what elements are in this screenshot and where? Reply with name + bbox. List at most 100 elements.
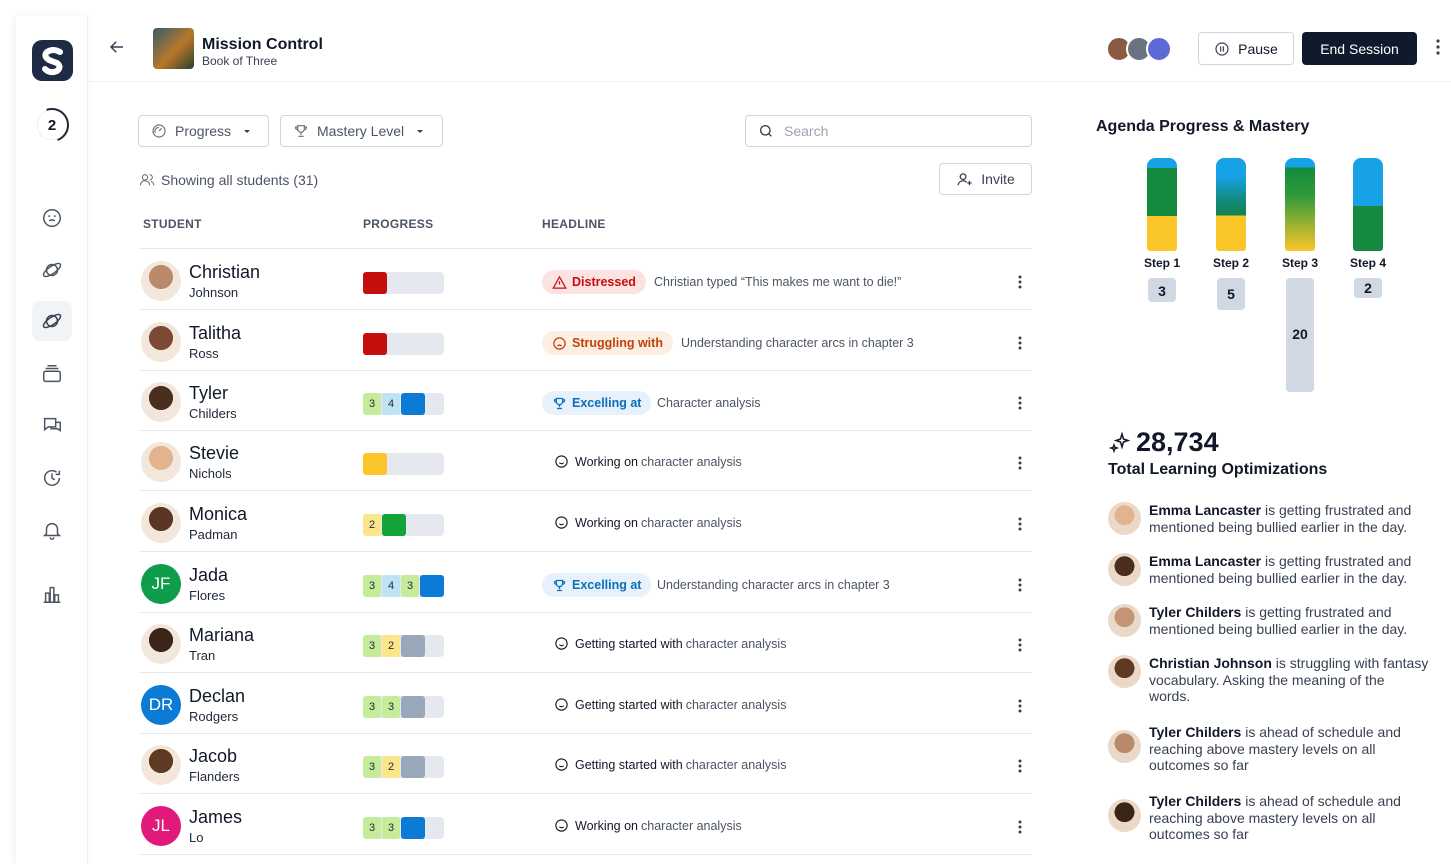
sidebar-item-reports[interactable]	[36, 578, 68, 610]
row-options-button[interactable]	[1017, 455, 1023, 476]
row-options-button[interactable]	[1017, 395, 1023, 416]
table-row[interactable]: JF Jada Flores 3 4 3 Excelling at Understandin…	[139, 553, 1032, 613]
trophy-icon	[553, 579, 566, 591]
table-row[interactable]: Monica Padman 2 Working on character analys…	[139, 492, 1032, 552]
row-options-button[interactable]	[1017, 274, 1023, 295]
progress-bar[interactable]: 33	[363, 817, 444, 839]
progress-bar[interactable]	[363, 333, 444, 355]
table-row[interactable]: DR Declan Rodgers 3 3 Getting started with ch…	[139, 674, 1032, 734]
sidebar-item-emotions[interactable]	[36, 202, 68, 234]
layers-icon	[43, 365, 61, 383]
student-first-name[interactable]: Monica	[189, 504, 247, 525]
smile-icon	[555, 698, 568, 711]
pause-button[interactable]: Pause	[1198, 32, 1294, 65]
feed-student-name[interactable]: Tyler Childers	[1149, 604, 1241, 620]
table-row[interactable]: Tyler Childers 3 4 Excelling at Character an…	[139, 371, 1032, 431]
end-session-label: End Session	[1320, 40, 1399, 57]
progress-bar[interactable]: 2	[363, 514, 444, 536]
sidebar-item-library[interactable]	[36, 358, 68, 390]
caret-down-icon	[244, 130, 251, 133]
mastery-level-filter[interactable]: Mastery Level	[280, 115, 443, 147]
student-first-name[interactable]: Stevie	[189, 443, 239, 464]
column-header-progress[interactable]: PROGRESS	[363, 217, 433, 231]
row-options-button[interactable]	[1017, 577, 1023, 598]
sidebar-item-explore[interactable]	[36, 254, 68, 286]
avatar	[1108, 502, 1141, 535]
sidebar-item-notifications[interactable]	[36, 514, 68, 546]
search-input[interactable]	[784, 123, 1004, 139]
progress-segment-label: 4	[387, 580, 395, 592]
student-last-name: Padman	[189, 527, 238, 542]
progress-bar[interactable]: 32	[363, 635, 444, 657]
headline-detail: character analysis	[641, 818, 742, 833]
student-first-name[interactable]: Jada	[189, 565, 228, 586]
row-options-button[interactable]	[1017, 637, 1023, 658]
row-options-button[interactable]	[1017, 698, 1023, 719]
table-row[interactable]: Mariana Tran 3 2 Getting started with charac…	[139, 613, 1032, 673]
progress-bar[interactable]: 34	[363, 393, 444, 415]
feed-student-name[interactable]: Emma Lancaster	[1149, 502, 1261, 518]
table-row[interactable]: Jacob Flanders 3 2 Getting started with char…	[139, 734, 1032, 794]
mastery-filter-label: Mastery Level	[317, 123, 405, 139]
progress-segment: 3	[382, 817, 400, 839]
avatar: JF	[141, 564, 181, 604]
end-session-button[interactable]: End Session	[1302, 32, 1417, 65]
sidebar-item-mission-control[interactable]	[32, 301, 72, 341]
progress-bar[interactable]	[363, 453, 444, 475]
pause-icon	[1215, 41, 1229, 56]
student-first-name[interactable]: Declan	[189, 686, 245, 707]
feed-student-name[interactable]: Emma Lancaster	[1149, 553, 1261, 569]
headline-detail: character analysis	[685, 757, 787, 772]
progress-bar[interactable]	[363, 272, 444, 294]
sidebar-item-messages[interactable]	[36, 410, 68, 442]
smile-icon	[555, 455, 568, 468]
back-button[interactable]	[108, 38, 126, 61]
trophy-icon	[553, 397, 566, 409]
feed-student-name[interactable]: Tyler Childers	[1149, 724, 1241, 740]
kebab-icon	[1018, 820, 1022, 834]
sidebar-item-history[interactable]	[36, 462, 68, 494]
invite-button[interactable]: Invite	[939, 163, 1032, 195]
table-row[interactable]: Talitha Ross Struggling with Understanding…	[139, 311, 1032, 371]
avatar	[1108, 553, 1141, 586]
feed-text: Tyler Childers is ahead of schedule and …	[1149, 793, 1429, 843]
student-first-name[interactable]: Talitha	[189, 323, 241, 344]
progress-segment: 3	[363, 393, 381, 415]
headline-tag: Struggling with	[572, 336, 663, 350]
student-first-name[interactable]: Christian	[189, 262, 260, 283]
table-row[interactable]: Christian Johnson Distressed Christian typ…	[139, 250, 1032, 310]
progress-bar[interactable]: 33	[363, 696, 444, 718]
row-options-button[interactable]	[1017, 819, 1023, 840]
headline-tag-pill[interactable]: Excelling at	[542, 573, 652, 597]
student-first-name[interactable]: Jacob	[189, 746, 237, 767]
participant-avatars[interactable]	[1106, 36, 1172, 62]
feed-student-name[interactable]: Tyler Childers	[1149, 793, 1241, 809]
student-first-name[interactable]: James	[189, 807, 242, 828]
more-options-button[interactable]	[1435, 38, 1441, 61]
headline-tag: Working on	[575, 818, 638, 833]
student-first-name[interactable]: Mariana	[189, 625, 254, 646]
table-row[interactable]: Stevie Nichols Working on character analys…	[139, 431, 1032, 491]
headline-detail: character analysis	[641, 515, 742, 530]
sparkle-icon	[1108, 430, 1131, 453]
row-options-button[interactable]	[1017, 758, 1023, 779]
progress-bar[interactable]: 32	[363, 756, 444, 778]
headline-tag-pill[interactable]: Struggling with	[542, 331, 673, 355]
search-box[interactable]	[745, 115, 1032, 147]
headline: Getting started with character analysis	[554, 757, 786, 772]
column-header-headline[interactable]: HEADLINE	[542, 217, 606, 231]
headline-tag-pill[interactable]: Distressed	[542, 270, 646, 294]
app-logo[interactable]	[32, 40, 73, 81]
student-first-name[interactable]: Tyler	[189, 383, 228, 404]
headline-tag: Distressed	[572, 275, 636, 289]
kebab-icon	[1018, 578, 1022, 592]
row-options-button[interactable]	[1017, 516, 1023, 537]
progress-filter[interactable]: Progress	[138, 115, 269, 147]
feed-student-name[interactable]: Christian Johnson	[1149, 655, 1272, 671]
progress-bar[interactable]: 343	[363, 575, 444, 597]
headline-tag-pill[interactable]: Excelling at	[542, 391, 652, 415]
row-options-button[interactable]	[1017, 335, 1023, 356]
column-header-student[interactable]: STUDENT	[143, 217, 202, 231]
clock-icon	[44, 469, 61, 486]
table-row[interactable]: JL James Lo 3 3 Working on character analysis	[139, 795, 1032, 855]
